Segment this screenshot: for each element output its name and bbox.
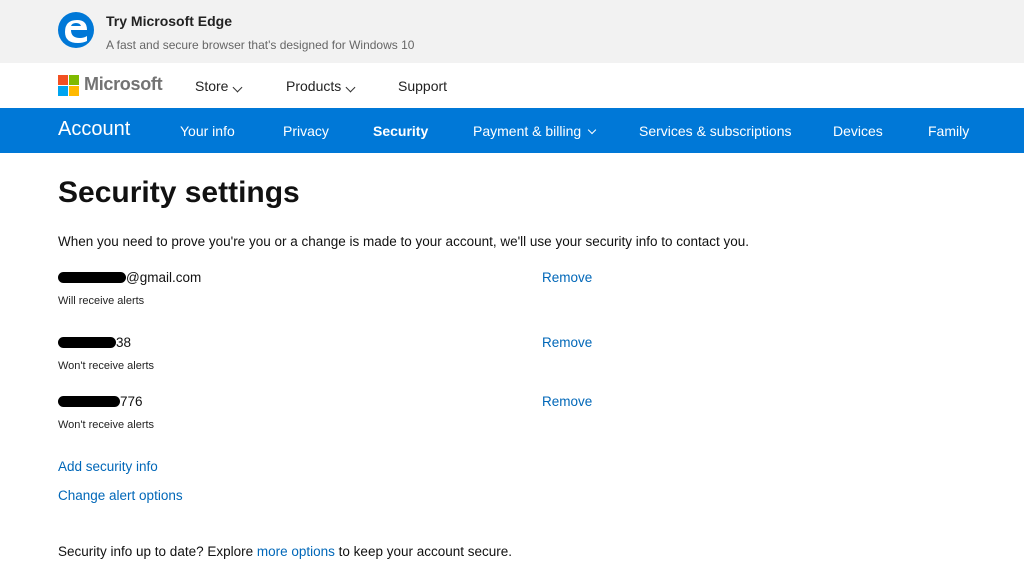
security-info-text: 776 <box>120 394 143 409</box>
edge-banner-title: Try Microsoft Edge <box>106 13 233 29</box>
more-options-link[interactable]: more options <box>257 544 335 559</box>
redacted-mark <box>58 272 126 283</box>
edge-banner-subtitle: A fast and secure browser that's designe… <box>106 38 415 52</box>
security-info-text: @gmail.com <box>126 270 202 285</box>
nav-products[interactable]: Products <box>286 78 356 94</box>
alert-status: Will receive alerts <box>58 295 145 307</box>
chevron-down-icon <box>233 82 243 92</box>
edge-logo-icon <box>58 12 94 48</box>
tab-label: Devices <box>833 123 883 139</box>
chevron-down-icon <box>587 125 597 134</box>
footer-text: Security info up to date? Explore more o… <box>58 544 512 559</box>
nav-store-label: Store <box>195 78 229 94</box>
security-info-value: 38 <box>58 335 131 350</box>
tab-label: Family <box>928 123 970 139</box>
tab-devices[interactable]: Devices <box>833 123 883 139</box>
intro-text: When you need to prove you're you or a c… <box>58 234 750 249</box>
remove-link[interactable]: Remove <box>542 335 592 350</box>
microsoft-brand-text[interactable]: Microsoft <box>84 74 163 95</box>
tab-label: Payment & billing <box>473 123 582 139</box>
nav-support-label: Support <box>398 78 448 94</box>
tab-label: Privacy <box>283 123 329 139</box>
redacted-mark <box>58 337 116 348</box>
tab-label: Services & subscriptions <box>639 123 792 139</box>
security-info-text: 38 <box>116 335 132 350</box>
footer-text-before: Security info up to date? Explore <box>58 544 257 559</box>
account-nav-bar: Account Your info Privacy Security Payme… <box>0 108 1024 153</box>
footer-text-after: to keep your account secure. <box>334 544 513 559</box>
security-info-value: @gmail.com <box>58 270 201 285</box>
nav-support[interactable]: Support <box>398 78 447 94</box>
nav-products-label: Products <box>286 78 342 94</box>
remove-link[interactable]: Remove <box>542 270 592 285</box>
account-title[interactable]: Account <box>58 118 130 141</box>
tab-label: Security <box>373 123 429 139</box>
alert-status: Won't receive alerts <box>58 360 155 372</box>
tab-services-subscriptions[interactable]: Services & subscriptions <box>639 123 792 139</box>
remove-link[interactable]: Remove <box>542 394 592 409</box>
add-security-info-link[interactable]: Add security info <box>58 459 158 474</box>
tab-security[interactable]: Security <box>373 123 428 139</box>
page-title: Security settings <box>58 176 300 209</box>
tab-label: Your info <box>180 123 235 139</box>
alert-status: Won't receive alerts <box>58 419 155 431</box>
tab-family[interactable]: Family <box>928 123 969 139</box>
tab-privacy[interactable]: Privacy <box>283 123 329 139</box>
microsoft-logo-icon[interactable] <box>58 75 80 97</box>
change-alert-options-link[interactable]: Change alert options <box>58 488 183 503</box>
chevron-down-icon <box>345 82 356 92</box>
redacted-mark <box>58 396 120 407</box>
tab-payment-billing[interactable]: Payment & billing <box>473 123 597 139</box>
tab-your-info[interactable]: Your info <box>180 123 235 139</box>
security-info-value: 776 <box>58 394 143 409</box>
nav-store[interactable]: Store <box>195 78 243 94</box>
edge-promo-banner[interactable]: Try Microsoft Edge A fast and secure bro… <box>0 0 1024 63</box>
